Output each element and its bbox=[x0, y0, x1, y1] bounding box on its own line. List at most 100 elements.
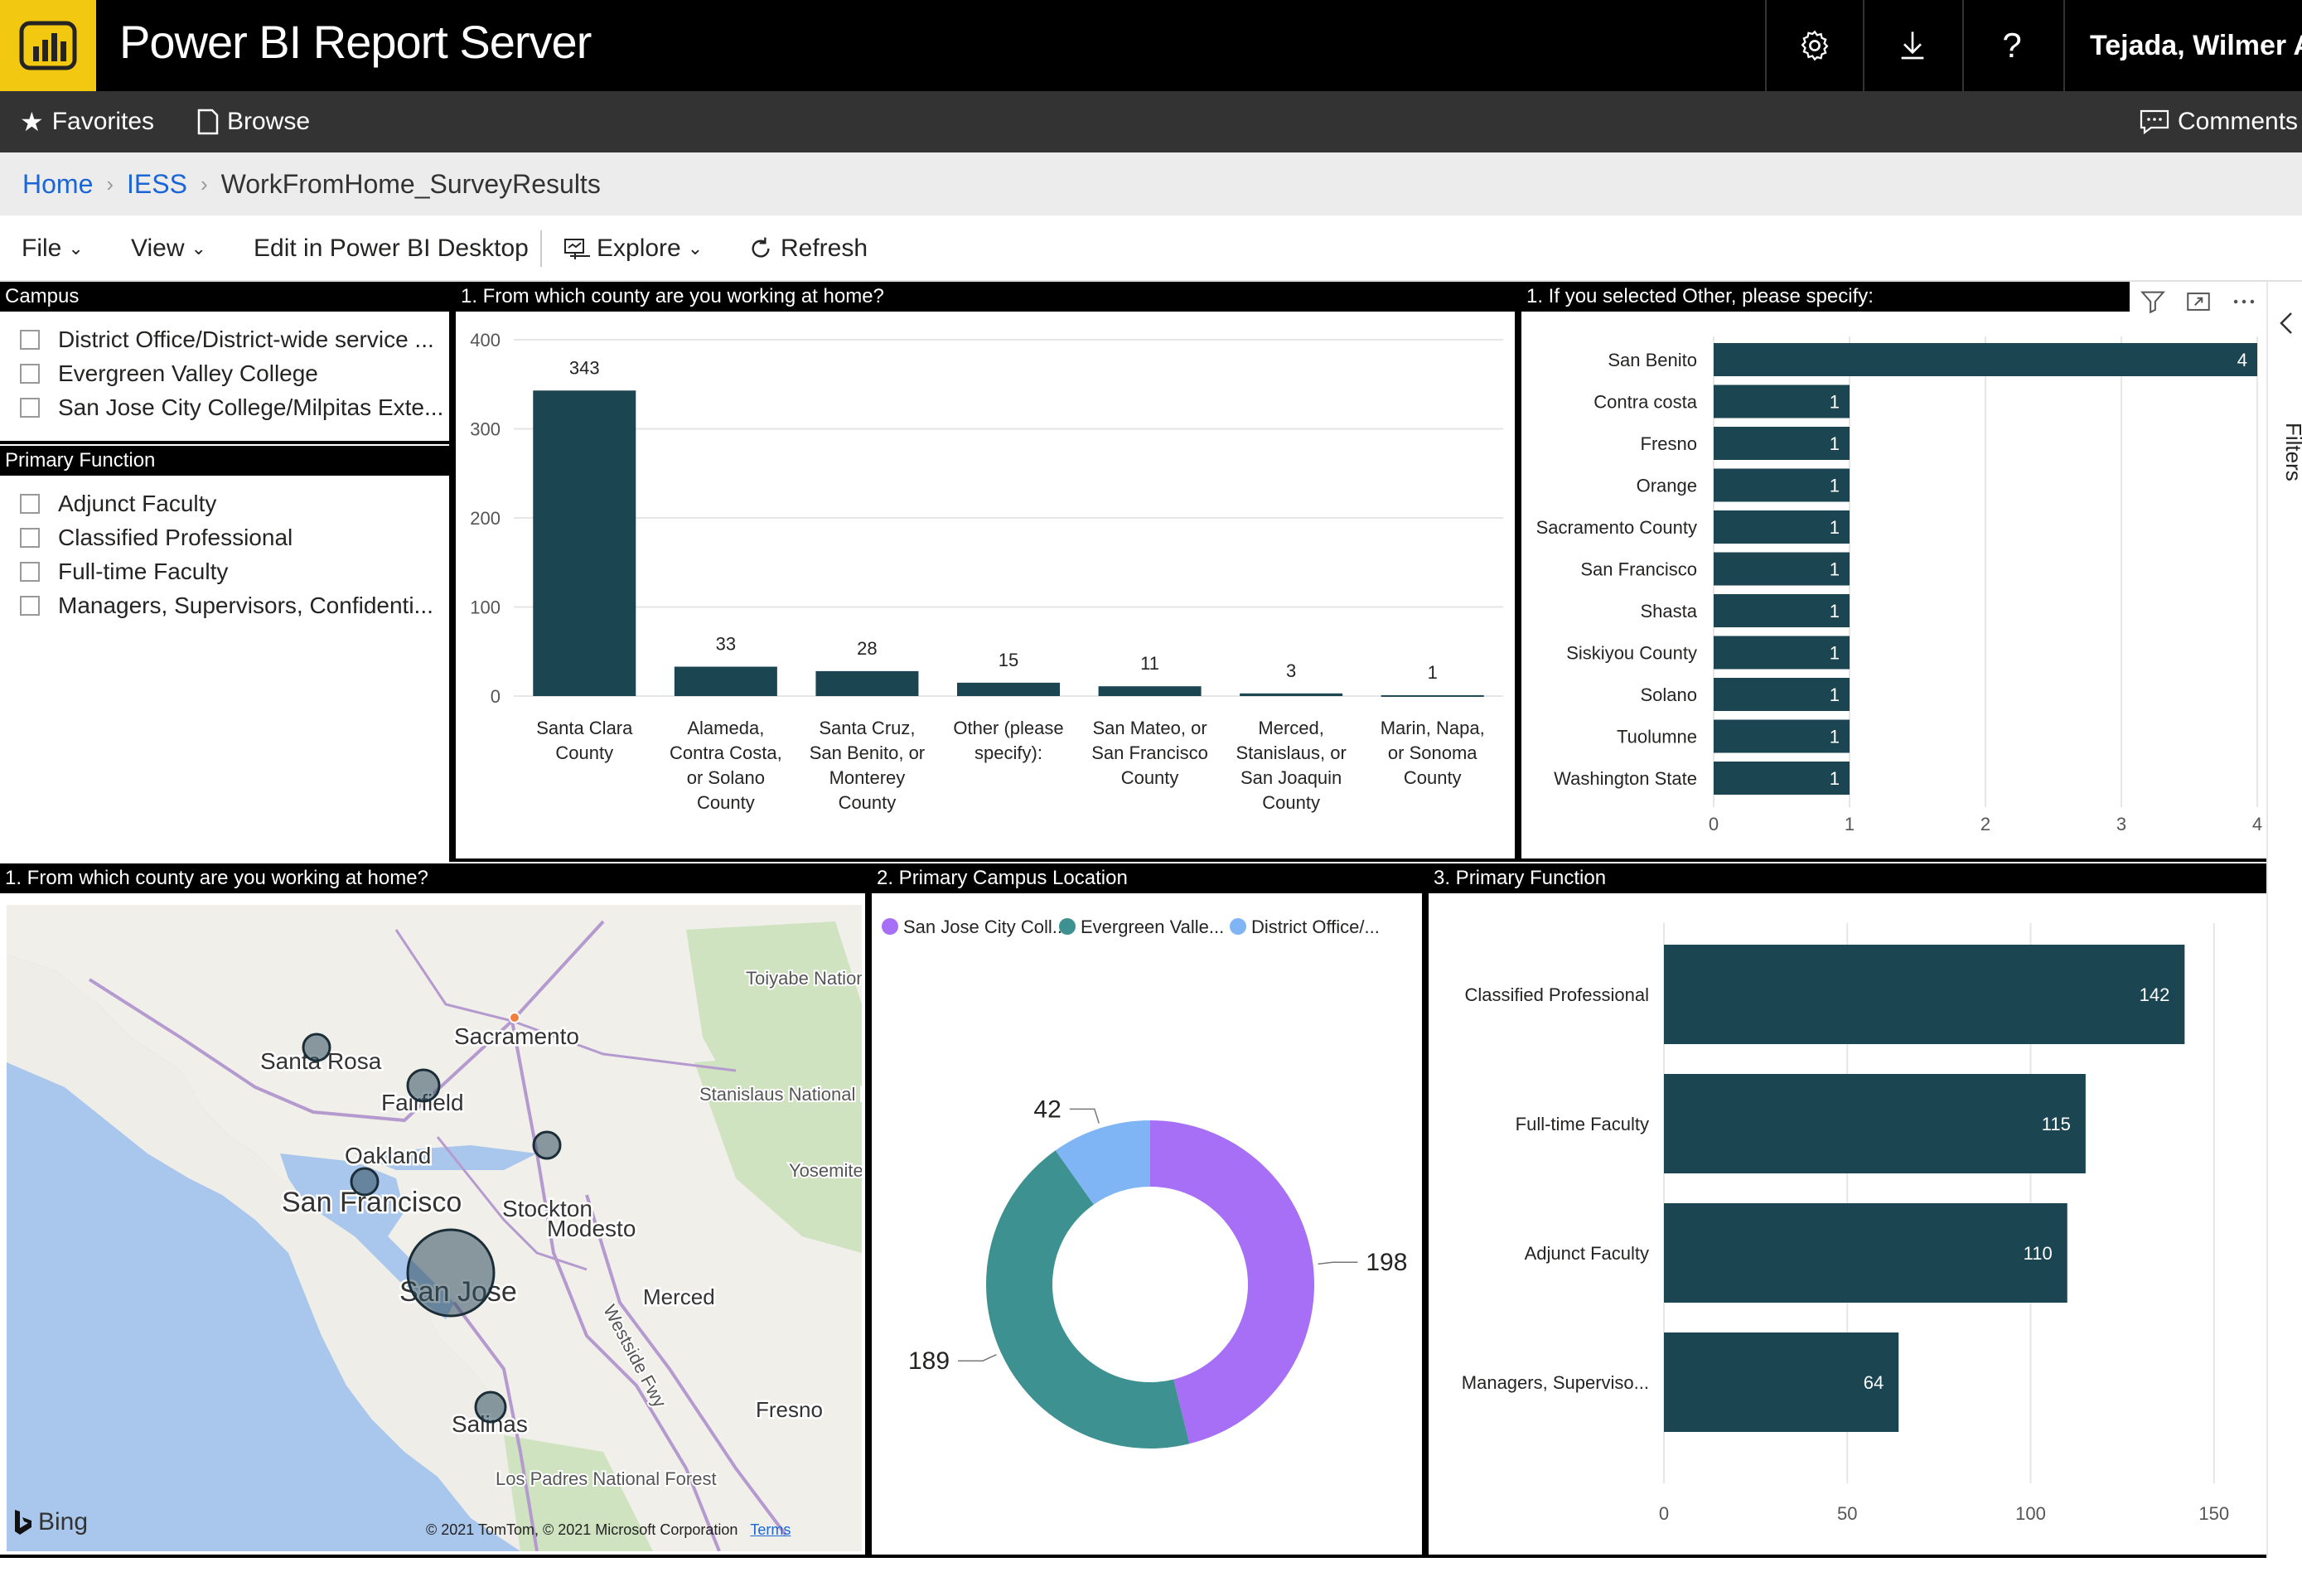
checkbox[interactable] bbox=[20, 562, 40, 582]
view-menu[interactable]: View ⌄ bbox=[131, 215, 206, 282]
user-menu[interactable]: Tejada, Wilmer A. bbox=[2063, 0, 2302, 91]
document-icon bbox=[197, 109, 219, 135]
leader-line bbox=[1069, 1108, 1100, 1124]
comments-button[interactable]: Comments bbox=[2140, 91, 2298, 152]
focus-mode-icon[interactable] bbox=[2184, 288, 2213, 316]
browse-link[interactable]: Browse bbox=[197, 91, 310, 152]
slicer-option[interactable]: Adjunct Faculty bbox=[20, 487, 216, 520]
chevron-left-icon[interactable] bbox=[2275, 307, 2300, 340]
x-tick-label: 100 bbox=[2015, 1503, 2046, 1524]
map-svg: Sacramento Santa Rosa Fairfield Oakland … bbox=[7, 905, 862, 1551]
map-bubble[interactable] bbox=[350, 1167, 380, 1197]
map-bubble[interactable] bbox=[302, 1033, 331, 1062]
county-column-chart[interactable]: 1. From which county are you working at … bbox=[452, 282, 1518, 862]
x-tick-label: Santa Clara bbox=[536, 718, 633, 738]
bar[interactable] bbox=[1664, 1203, 2067, 1303]
slicer-option-label: Evergreen Valley College bbox=[58, 360, 318, 386]
slicer-option[interactable]: Managers, Supervisors, Confidenti... bbox=[20, 589, 433, 622]
checkbox[interactable] bbox=[20, 528, 40, 548]
legend-marker bbox=[882, 918, 898, 935]
slicer-option[interactable]: District Office/District-wide service ..… bbox=[20, 323, 434, 356]
bar[interactable] bbox=[1098, 686, 1202, 696]
refresh-button[interactable]: Refresh bbox=[747, 215, 868, 282]
breadcrumb: Home › IESS › WorkFromHome_SurveyResults bbox=[0, 152, 2302, 215]
bar[interactable] bbox=[1240, 693, 1343, 696]
bar[interactable] bbox=[957, 682, 1060, 696]
checkbox[interactable] bbox=[20, 596, 40, 616]
nav-bar: ★ Favorites Browse Comments bbox=[0, 91, 2302, 152]
checkbox[interactable] bbox=[20, 330, 40, 350]
x-tick-label: Merced, bbox=[1258, 718, 1323, 738]
slicer-option-label: Adjunct Faculty bbox=[58, 491, 217, 516]
primary-function-bar-chart[interactable]: 3. Primary Function 0 50 100 150 142 Classifi… bbox=[1425, 863, 2266, 1558]
y-tick-label: Classified Professional bbox=[1464, 984, 1649, 1005]
data-label: 1 bbox=[1830, 392, 1840, 413]
help-button[interactable]: ? bbox=[1962, 0, 2060, 91]
map-bubble[interactable] bbox=[532, 1130, 562, 1160]
map-canvas[interactable]: Sacramento Santa Rosa Fairfield Oakland … bbox=[7, 905, 862, 1551]
terms-link[interactable]: Terms bbox=[750, 1521, 791, 1538]
slicer-option[interactable]: Evergreen Valley College bbox=[20, 357, 318, 390]
y-tick-label: Adjunct Faculty bbox=[1525, 1243, 1649, 1264]
map-label: Sacramento bbox=[454, 1023, 579, 1049]
data-label: 189 bbox=[908, 1347, 950, 1375]
bar[interactable] bbox=[815, 670, 919, 696]
data-label: 1 bbox=[1830, 517, 1840, 538]
map-bubble[interactable] bbox=[474, 1390, 507, 1424]
slicer-option[interactable]: San Jose City College/Milpitas Exte... bbox=[20, 391, 443, 424]
other-county-bar-chart[interactable]: 1. If you selected Other, please specify… bbox=[1518, 282, 2266, 862]
slicer-option[interactable]: Classified Professional bbox=[20, 521, 293, 554]
y-tick-label: Shasta bbox=[1641, 601, 1698, 621]
bar[interactable] bbox=[1714, 343, 2257, 376]
campus-donut-chart[interactable]: 2. Primary Campus Location San Jose City… bbox=[868, 863, 1425, 1558]
bar[interactable] bbox=[533, 390, 636, 696]
breadcrumb-home[interactable]: Home bbox=[22, 169, 93, 200]
more-options-icon[interactable] bbox=[2230, 288, 2258, 316]
map-label: Los Padres National Forest bbox=[496, 1468, 717, 1489]
chevron-right-icon: › bbox=[200, 171, 208, 196]
leader-line bbox=[958, 1354, 997, 1361]
file-menu[interactable]: File ⌄ bbox=[22, 215, 84, 282]
data-label: 1 bbox=[1428, 662, 1438, 683]
filter-icon[interactable] bbox=[2139, 288, 2167, 316]
bar-chart-svg: 0 50 100 150 142 Classified Professional 115 Fu… bbox=[1462, 923, 2229, 1524]
favorites-link[interactable]: ★ Favorites bbox=[20, 91, 154, 152]
checkbox[interactable] bbox=[20, 494, 40, 514]
x-tick-label: specify): bbox=[974, 742, 1042, 763]
map-label: Modesto bbox=[547, 1216, 636, 1241]
browse-label: Browse bbox=[227, 108, 311, 135]
y-tick-label: Orange bbox=[1637, 476, 1697, 496]
checkbox[interactable] bbox=[20, 364, 40, 384]
data-label: 142 bbox=[2140, 984, 2170, 1005]
slicer-option[interactable]: Full-time Faculty bbox=[20, 555, 228, 588]
bar[interactable] bbox=[1664, 1074, 2086, 1173]
settings-button[interactable] bbox=[1765, 0, 1863, 91]
download-button[interactable] bbox=[1863, 0, 1961, 91]
y-tick-label: Full-time Faculty bbox=[1516, 1114, 1649, 1134]
y-tick-label: San Francisco bbox=[1580, 559, 1697, 580]
map-bubble[interactable] bbox=[406, 1068, 441, 1103]
bar[interactable] bbox=[1381, 694, 1484, 697]
x-tick-label: 3 bbox=[2116, 814, 2126, 834]
chevron-down-icon: ⌄ bbox=[68, 238, 84, 259]
x-tick-label: 1 bbox=[1845, 814, 1855, 834]
filters-label[interactable]: Filters bbox=[2280, 423, 2302, 481]
data-label: 110 bbox=[2024, 1243, 2053, 1264]
data-label: 1 bbox=[1830, 476, 1840, 496]
x-tick-label: San Francisco bbox=[1091, 742, 1208, 763]
edit-in-desktop-button[interactable]: Edit in Power BI Desktop bbox=[254, 215, 529, 282]
map-bubble[interactable] bbox=[406, 1228, 496, 1318]
bar[interactable] bbox=[1664, 945, 2185, 1044]
checkbox[interactable] bbox=[20, 398, 40, 418]
bar[interactable] bbox=[674, 666, 777, 696]
explore-menu[interactable]: Explore ⌄ bbox=[563, 215, 703, 282]
breadcrumb-folder[interactable]: IESS bbox=[127, 169, 187, 200]
help-icon: ? bbox=[2002, 26, 2022, 65]
gear-icon bbox=[1801, 30, 1829, 61]
file-label: File bbox=[22, 235, 62, 262]
power-bi-logo-icon[interactable] bbox=[0, 0, 96, 91]
map-label: Oakland bbox=[345, 1143, 431, 1168]
x-tick-label: County bbox=[1262, 792, 1320, 813]
data-label: 343 bbox=[569, 357, 600, 378]
y-tick-label: Managers, Superviso... bbox=[1462, 1372, 1649, 1393]
